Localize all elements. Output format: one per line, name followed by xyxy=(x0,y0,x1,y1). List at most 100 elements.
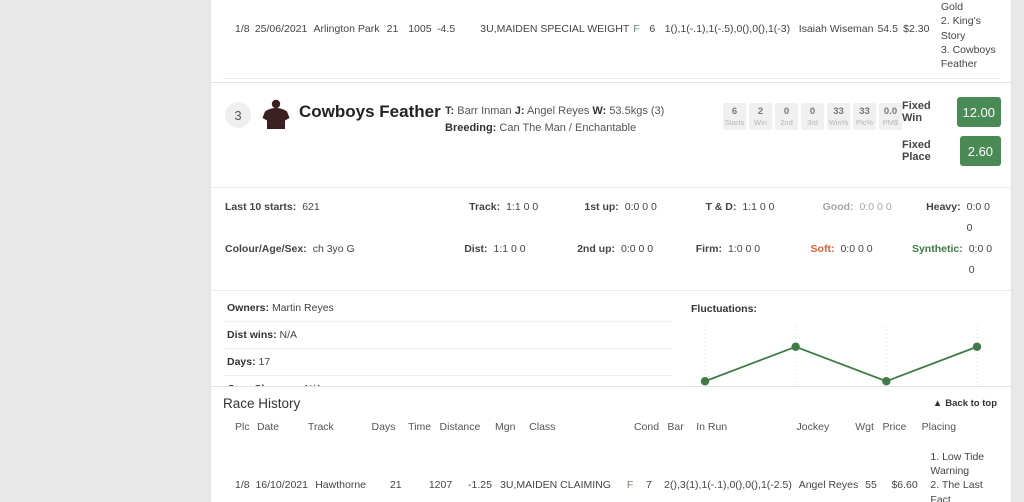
jockey-silks-icon xyxy=(261,97,295,136)
stat-chip-pm-: 0.0 PM$ xyxy=(879,103,902,131)
cell-in-run: 2(),3(1),1(-.1),0(),0(),1(-2.5) xyxy=(664,479,792,492)
cell-price: $6.60 xyxy=(891,479,918,492)
stat-chip-value: 0 xyxy=(809,106,816,117)
stat-chip-label: Win% xyxy=(828,118,849,128)
stat-chip-plc-: 33 Plc% xyxy=(853,103,876,131)
cell-days: 21 xyxy=(389,479,402,492)
trainer-jockey-weight-block: T: Barr Inman J: Angel Reyes W: 53.5kgs … xyxy=(445,103,705,137)
stat-chip-value: 33 xyxy=(833,106,844,117)
placing-entry: 2. King's Story xyxy=(940,15,981,42)
column-header-days[interactable]: Days xyxy=(369,415,406,443)
stat-chip-value: 6 xyxy=(731,106,738,117)
chart-data-point xyxy=(700,377,710,386)
trainer-name: Barr Inman xyxy=(457,105,512,117)
cell-wgt: 55 xyxy=(865,479,877,492)
stat-dist: Dist: 1:1 0 0 xyxy=(464,239,577,281)
stat-key: Track: xyxy=(469,201,501,213)
chart-data-point xyxy=(791,342,800,351)
column-header-plc[interactable]: Plc xyxy=(223,415,255,443)
column-header-placing[interactable]: Placing xyxy=(920,415,999,443)
stat-soft: Soft: 0:0 0 0 xyxy=(811,239,912,281)
cell-time xyxy=(413,443,427,502)
stat-key: 2nd up: xyxy=(577,243,615,255)
cell-wgt: 54.5 xyxy=(877,22,898,35)
race-history-header: Race History ▲ Back to top xyxy=(211,387,1011,415)
stat-key: Colour/Age/Sex: xyxy=(225,243,307,255)
owners-value: Martin Reyes xyxy=(271,302,334,314)
cell-distance: -4.5 xyxy=(437,22,456,35)
cell-bar: 7 xyxy=(646,479,652,492)
column-header-time[interactable]: Time xyxy=(406,415,437,443)
cell-date: 25/06/2021 xyxy=(254,22,308,35)
dist-wins-value: N/A xyxy=(279,329,298,341)
column-header-jockey[interactable]: Jockey xyxy=(795,415,854,443)
stat-key: Good: xyxy=(822,201,854,213)
stat-value: 0:0 0 0 xyxy=(621,243,654,255)
weight-label: W: xyxy=(592,105,607,117)
race-history-header-table: Plc Date Track Days Time Distance Mgn Class Cond… xyxy=(223,415,999,443)
chart-data-point xyxy=(972,342,982,351)
fixed-odds-block: Fixed Win 12.00 Fixed Place 2.60 xyxy=(902,97,1001,175)
owners-row: Owners: Martin Reyes xyxy=(225,295,671,322)
stat-value: 0:0 0 0 xyxy=(968,243,993,276)
stat-value: 0:0 0 0 xyxy=(840,243,873,255)
column-header-class[interactable]: Class xyxy=(527,415,632,443)
cell-plc: 1/8 xyxy=(235,22,250,35)
breeding-value: Can The Man / Enchantable xyxy=(499,122,637,135)
stat-value: 1:1 0 0 xyxy=(493,243,526,255)
column-header-distance[interactable]: Distance xyxy=(438,415,494,443)
cell-cond: F xyxy=(626,479,634,492)
jockey-name: Angel Reyes xyxy=(526,105,590,117)
stat-t-d: T & D: 1:1 0 0 xyxy=(705,197,822,239)
column-header-in-run[interactable]: In Run xyxy=(694,415,794,443)
dist-wins-label: Dist wins: xyxy=(227,329,277,341)
column-header-bar[interactable]: Bar xyxy=(665,415,694,443)
race-history-header-row: Plc Date Track Days Time Distance Mgn Class Cond… xyxy=(223,415,999,443)
column-header-cond[interactable]: Cond xyxy=(632,415,665,443)
stat-key: 1st up: xyxy=(584,201,619,213)
dist-wins-row: Dist wins: N/A xyxy=(225,322,671,349)
stat-value: 1:1 0 0 xyxy=(506,201,539,213)
table-row[interactable]: 1/8 25/06/2021 Arlington Park 21 1005 -4.5 3U,… xyxy=(223,0,999,79)
column-header-date[interactable]: Date xyxy=(255,415,306,443)
trainer-jockey-weight-line: T: Barr Inman J: Angel Reyes W: 53.5kgs … xyxy=(445,103,705,120)
runner-stats-chips: 6 Starts 2 Win 0 2nd 0 3rd 33 Win% 33 Plc% 0.0 PM$ xyxy=(723,103,902,131)
cell-time: 1005 xyxy=(408,22,432,35)
column-header-price[interactable]: Price xyxy=(880,415,919,443)
column-header-track[interactable]: Track xyxy=(306,415,370,443)
race-history-card: Race History ▲ Back to top Plc Date Track D… xyxy=(210,386,1012,502)
stat-chip-label: PM$ xyxy=(882,118,899,128)
stat-chip-win: 2 Win xyxy=(749,103,772,131)
stats-row-1: Last 10 starts: 621 Track: 1:1 0 0 1st up: 0:… xyxy=(225,197,997,239)
cell-jockey: Angel Reyes xyxy=(798,479,859,492)
back-to-top-link[interactable]: ▲ Back to top xyxy=(933,398,997,409)
stat-chip-label: 3rd xyxy=(807,118,818,128)
chart-data-point xyxy=(882,377,891,386)
table-row[interactable]: 1/8 16/10/2021 Hawthorne 21 1207 -1.25 3U,MAID… xyxy=(223,443,999,502)
odds-button-fixed-win[interactable]: 12.00 xyxy=(956,97,1001,127)
weight-value: 53.5kgs (3) xyxy=(609,105,665,117)
stat-last-10-starts: Last 10 starts: 621 xyxy=(225,197,469,239)
stat-value: 1:1 0 0 xyxy=(742,201,775,213)
breeding-line: Breeding: Can The Man / Enchantable xyxy=(445,120,705,137)
chevron-up-icon: ▲ xyxy=(932,398,943,409)
stat-chip-value: 0 xyxy=(783,106,790,117)
cell-cond: F xyxy=(633,22,640,35)
stats-row-2: Colour/Age/Sex: ch 3yo G Dist: 1:1 0 0 2nd u… xyxy=(225,239,997,281)
placing-entry: 3. Cowboys Feather xyxy=(940,43,996,70)
column-header-wgt[interactable]: Wgt xyxy=(853,415,880,443)
cell-track: Hawthorne xyxy=(315,479,366,492)
horse-name[interactable]: Cowboys Feather xyxy=(299,102,445,122)
cell-track: Arlington Park xyxy=(313,22,380,35)
stat-chip-label: Win xyxy=(754,118,767,128)
cell-date: 16/10/2021 xyxy=(255,479,308,492)
jockey-label: J: xyxy=(514,105,525,117)
odds-button-fixed-place[interactable]: 2.60 xyxy=(960,136,1001,166)
days-row: Days: 17 xyxy=(225,349,671,376)
column-header-mgn[interactable]: Mgn xyxy=(493,415,527,443)
stat-1st-up: 1st up: 0:0 0 0 xyxy=(584,197,705,239)
odds-row: Fixed Win 12.00 xyxy=(902,97,1001,127)
cell-days: 21 xyxy=(386,22,399,35)
stat-key: T & D: xyxy=(705,201,737,213)
cell-bar: 6 xyxy=(649,22,656,35)
